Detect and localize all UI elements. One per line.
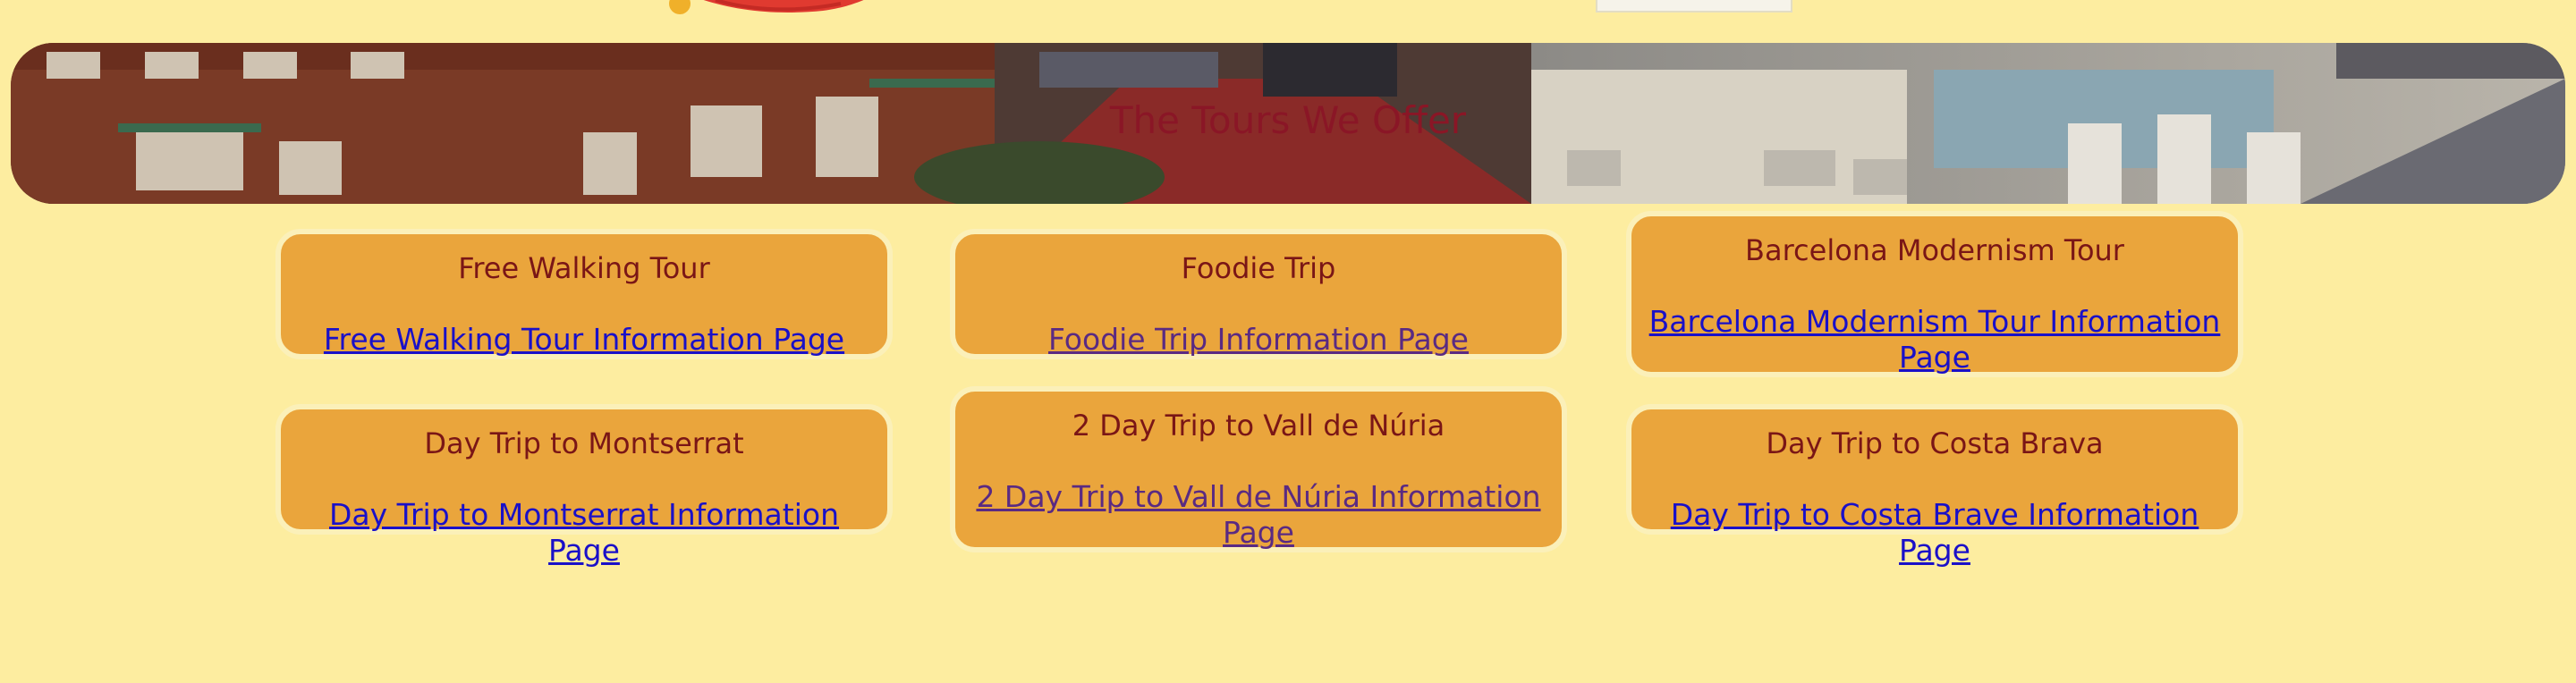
tour-info-link[interactable]: Foodie Trip Information Page: [955, 322, 1562, 358]
tour-info-link[interactable]: Day Trip to Montserrat Information Page: [281, 497, 887, 569]
page-title: The Tours We Offer: [1109, 98, 1467, 142]
tour-info-link[interactable]: Day Trip to Costa Brave Information Page: [1631, 497, 2238, 569]
tour-card-vall-de-nuria: 2 Day Trip to Vall de Núria 2 Day Trip t…: [950, 386, 1567, 552]
tour-card-free-walking: Free Walking Tour Free Walking Tour Info…: [275, 229, 893, 359]
tour-card-title: Free Walking Tour: [458, 251, 710, 285]
top-search-input[interactable]: [1596, 0, 1792, 13]
tour-card-montserrat: Day Trip to Montserrat Day Trip to Monts…: [275, 404, 893, 568]
tour-card-costa-brava: Day Trip to Costa Brava Day Trip to Cost…: [1626, 404, 2243, 568]
tour-card-title: Barcelona Modernism Tour: [1745, 233, 2124, 267]
tour-info-link[interactable]: Barcelona Modernism Tour Information Pag…: [1631, 304, 2238, 375]
tour-card-title: Day Trip to Costa Brava: [1766, 426, 2104, 460]
tour-info-link[interactable]: Free Walking Tour Information Page: [281, 322, 887, 358]
tour-card-modernism: Barcelona Modernism Tour Barcelona Moder…: [1626, 211, 2243, 377]
logo-icon[interactable]: [662, 0, 886, 21]
tour-card-title: Day Trip to Montserrat: [424, 426, 744, 460]
tour-info-link[interactable]: 2 Day Trip to Vall de Núria Information …: [955, 479, 1562, 551]
hero-banner: The Tours We Offer: [11, 43, 2565, 204]
tour-card-title: 2 Day Trip to Vall de Núria: [1072, 409, 1445, 443]
tour-card-title: Foodie Trip: [1181, 251, 1336, 285]
tour-card-foodie: Foodie Trip Foodie Trip Information Page: [950, 229, 1567, 359]
